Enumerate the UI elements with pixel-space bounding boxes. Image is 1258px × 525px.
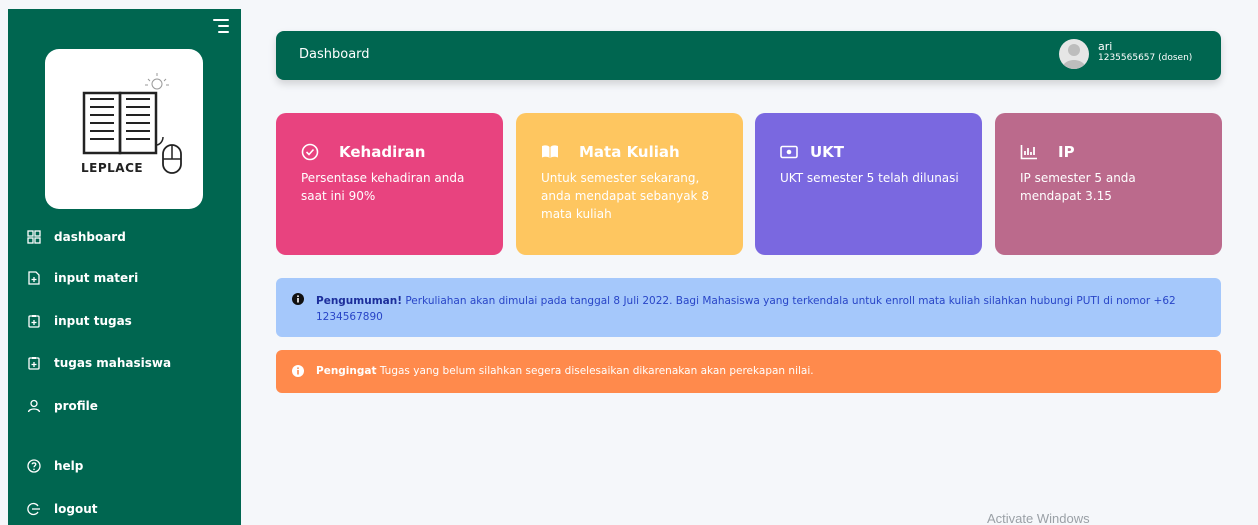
check-circle-icon [301, 143, 319, 161]
sidebar-item-label: input materi [54, 271, 139, 285]
sidebar-item-input-materi[interactable]: input materi [27, 271, 138, 285]
announcement-alert: Pengumuman! Perkuliahan akan dimulai pad… [276, 278, 1221, 337]
alert-text: Perkuliahan akan dimulai pada tanggal 8 … [316, 295, 1176, 323]
sidebar-item-label: help [54, 459, 84, 473]
sidebar-item-label: tugas mahasiswa [54, 356, 172, 370]
info-icon [292, 365, 304, 377]
sidebar-item-label: dashboard [54, 230, 126, 244]
reminder-alert: Pengingat Tugas yang belum silahkan sege… [276, 350, 1221, 393]
page-title: Dashboard [299, 47, 370, 62]
logo: LEPLACE [45, 49, 203, 209]
grid-icon [27, 230, 41, 244]
chart-icon [1020, 143, 1038, 161]
card-body: Untuk semester sekarang, anda mendapat s… [541, 171, 709, 221]
menu-toggle-icon[interactable] [213, 19, 229, 33]
card-mata-kuliah[interactable]: Mata Kuliah Untuk semester sekarang, and… [516, 113, 743, 255]
card-title: IP [1058, 143, 1075, 161]
alert-text: Tugas yang belum silahkan segera diseles… [376, 365, 814, 377]
sidebar: LEPLACE dashboard input materi input tug… [8, 9, 241, 525]
sidebar-item-label: profile [54, 399, 98, 413]
clipboard-plus-icon [27, 356, 41, 370]
sidebar-item-dashboard[interactable]: dashboard [27, 230, 126, 244]
logo-text: LEPLACE [81, 161, 144, 175]
card-kehadiran[interactable]: Kehadiran Persentase kehadiran anda saat… [276, 113, 503, 255]
alert-label: Pengingat [316, 365, 377, 377]
header-bar: Dashboard ari 1235565657 (dosen) [276, 31, 1221, 80]
alert-label: Pengumuman! [316, 295, 402, 307]
sidebar-item-logout[interactable]: logout [27, 502, 97, 516]
clipboard-plus-icon [27, 314, 41, 328]
user-id: 1235565657 (dosen) [1098, 53, 1193, 63]
sidebar-item-label: input tugas [54, 314, 132, 328]
sidebar-item-tugas-mahasiswa[interactable]: tugas mahasiswa [27, 356, 171, 370]
user-icon [27, 399, 41, 413]
sidebar-item-label: logout [54, 502, 98, 516]
sidebar-item-input-tugas[interactable]: input tugas [27, 314, 132, 328]
card-title: UKT [810, 143, 845, 161]
sidebar-item-profile[interactable]: profile [27, 399, 98, 413]
book-logo-icon [82, 73, 182, 174]
user-avatar-icon [1062, 44, 1086, 69]
user-name: ari [1098, 40, 1113, 53]
help-circle-icon [27, 459, 41, 473]
info-icon [292, 293, 304, 305]
card-ukt[interactable]: UKT UKT semester 5 telah dilunasi [755, 113, 982, 255]
activate-windows-watermark: Activate Windows [987, 511, 1090, 525]
card-title: Kehadiran [339, 143, 426, 161]
card-body: UKT semester 5 telah dilunasi [780, 171, 959, 185]
card-ip[interactable]: IP IP semester 5 anda mendapat 3.15 [995, 113, 1222, 255]
card-body: Persentase kehadiran anda saat ini 90% [301, 171, 465, 203]
logout-icon [27, 502, 41, 516]
book-icon [541, 143, 559, 161]
card-title: Mata Kuliah [579, 143, 680, 161]
avatar[interactable] [1059, 39, 1089, 69]
sidebar-item-help[interactable]: help [27, 459, 83, 473]
money-icon [780, 143, 798, 161]
file-plus-icon [27, 271, 41, 285]
card-body: IP semester 5 anda mendapat 3.15 [1020, 171, 1136, 203]
